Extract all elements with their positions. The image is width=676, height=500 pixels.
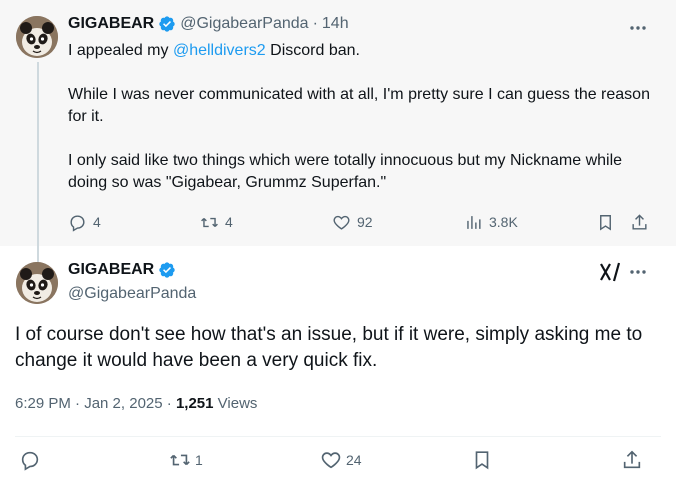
analytics-icon xyxy=(467,215,481,229)
views-count: 1,251 xyxy=(175,395,214,412)
like-button[interactable]: 92 xyxy=(332,211,373,233)
main-action-bar: 1 24 xyxy=(15,449,661,473)
repost-icon xyxy=(170,454,190,466)
reply-icon xyxy=(21,451,39,471)
text-segment: Discord ban. xyxy=(265,42,360,59)
bookmark-button[interactable] xyxy=(471,449,497,471)
reply-count: 4 xyxy=(93,214,101,230)
divider xyxy=(15,436,661,437)
repost-count: 4 xyxy=(225,214,233,230)
thread-connector-line xyxy=(37,62,39,262)
tweet-paragraph-3: I only said like two things which were t… xyxy=(68,152,623,191)
reply-button[interactable] xyxy=(19,449,45,471)
handle[interactable]: @GigabearPanda xyxy=(180,15,308,33)
like-count: 92 xyxy=(357,214,373,230)
heart-icon xyxy=(321,452,341,469)
repost-count: 1 xyxy=(195,452,203,468)
parent-header: GIGABEAR @GigabearPanda · 14h xyxy=(68,15,349,33)
grok-icon[interactable] xyxy=(598,261,622,283)
timestamp[interactable]: 14h xyxy=(322,15,349,33)
panda-avatar-icon xyxy=(16,16,58,58)
share-button[interactable] xyxy=(630,211,655,233)
separator-dot: · xyxy=(166,395,172,412)
separator-dot: · xyxy=(312,15,318,32)
share-button[interactable] xyxy=(621,449,647,471)
mention-link[interactable]: @helldivers2 xyxy=(173,42,266,59)
reply-icon xyxy=(70,214,85,232)
avatar[interactable] xyxy=(16,262,58,304)
share-icon xyxy=(632,213,647,230)
tweet-text: I of course don't see how that's an issu… xyxy=(15,324,643,371)
views-label: Views xyxy=(217,395,258,412)
more-options-icon[interactable] xyxy=(628,18,648,38)
handle[interactable]: @GigabearPanda xyxy=(68,285,196,303)
verified-badge-icon[interactable] xyxy=(158,261,176,279)
display-name[interactable]: GIGABEAR xyxy=(68,15,154,33)
parent-tweet[interactable]: GIGABEAR @GigabearPanda · 14h I appealed… xyxy=(0,0,676,262)
bookmark-button[interactable] xyxy=(596,211,621,233)
timestamp[interactable]: 6:29 PM · Jan 2, 2025 xyxy=(15,395,163,412)
repost-icon xyxy=(201,217,218,227)
repost-button[interactable]: 4 xyxy=(200,211,233,233)
text-segment: I appealed my xyxy=(68,42,173,59)
views-count: 3.8K xyxy=(489,214,518,230)
reply-button[interactable]: 4 xyxy=(68,211,101,233)
repost-button[interactable]: 1 xyxy=(169,449,203,471)
share-icon xyxy=(623,450,641,469)
more-options-icon[interactable] xyxy=(628,262,648,282)
avatar[interactable] xyxy=(16,16,58,58)
tweet-paragraph-1: I appealed my @helldivers2 Discord ban. xyxy=(68,40,658,62)
tweet-text: I appealed my @helldivers2 Discord ban. … xyxy=(68,40,658,194)
panda-avatar-icon xyxy=(16,262,58,304)
bookmark-icon xyxy=(600,214,611,231)
parent-action-bar: 4 4 92 3.8K xyxy=(68,211,658,233)
display-name[interactable]: GIGABEAR xyxy=(68,261,154,279)
main-tweet-header: GIGABEAR xyxy=(68,261,180,279)
verified-badge-icon[interactable] xyxy=(158,15,176,33)
views-button[interactable]: 3.8K xyxy=(464,211,518,233)
tweet-meta: 6:29 PM · Jan 2, 2025 · 1,251 Views xyxy=(15,395,257,412)
like-button[interactable]: 24 xyxy=(320,449,362,471)
tweet-paragraph-2: While I was never communicated with at a… xyxy=(68,86,650,125)
heart-icon xyxy=(333,215,350,230)
bookmark-icon xyxy=(475,451,489,470)
like-count: 24 xyxy=(346,452,362,468)
